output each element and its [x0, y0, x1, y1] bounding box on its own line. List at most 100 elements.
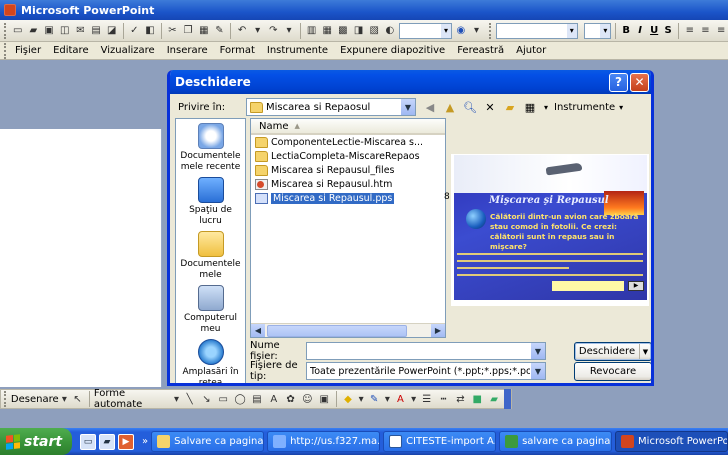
format-painter-icon[interactable]: ✎	[213, 23, 227, 39]
taskbar-item-active[interactable]: Microsoft PowerPoint	[615, 431, 728, 452]
taskbar-item[interactable]: http://us.f327.ma...	[267, 431, 381, 452]
bold-button[interactable]: B	[620, 25, 632, 36]
menu-grip[interactable]	[4, 42, 7, 59]
scroll-left-icon[interactable]: ◀	[251, 323, 265, 337]
draw-menu[interactable]: Desenare	[11, 394, 59, 405]
line-style-icon[interactable]: ☰	[419, 391, 434, 407]
media-icon[interactable]: ▶	[117, 433, 134, 450]
shadow-style-icon[interactable]: ■	[470, 391, 485, 407]
chevron-down-icon[interactable]: ▼	[639, 344, 651, 359]
dropdown-arrow-icon[interactable]: ▾	[282, 23, 296, 39]
file-row[interactable]: Miscarea si Repausul.htm	[251, 177, 445, 191]
clipart-icon[interactable]: ☺	[300, 391, 315, 407]
menu-file[interactable]: Fişier	[9, 45, 47, 56]
picture-icon[interactable]: ▣	[317, 391, 332, 407]
taskbar-item[interactable]: salvare ca pagina ...	[499, 431, 613, 452]
align-left-icon[interactable]: ≡	[683, 23, 697, 39]
dropdown-arrow-icon[interactable]: ▾	[251, 23, 265, 39]
new-icon[interactable]: ▭	[11, 23, 25, 39]
insert-table-icon[interactable]: ▦	[320, 23, 334, 39]
dropdown-arrow-icon[interactable]: ▾	[619, 103, 623, 112]
dropdown-arrow-icon[interactable]: ▾	[61, 391, 68, 407]
scroll-right-icon[interactable]: ▶	[431, 323, 445, 337]
chevron-down-icon[interactable]: ▼	[400, 99, 415, 115]
spelling-icon[interactable]: ✓	[127, 23, 141, 39]
font-size-combo[interactable]	[583, 22, 612, 39]
diagram-icon[interactable]: ✿	[283, 391, 298, 407]
tools-menu[interactable]: Instrumente	[554, 102, 615, 113]
search-web-icon[interactable]: 🔍︎	[462, 99, 478, 115]
start-button[interactable]: start	[0, 428, 72, 455]
cut-icon[interactable]: ✂	[166, 23, 180, 39]
show-desktop-icon[interactable]: ▭	[79, 433, 96, 450]
print-icon[interactable]: ▤	[89, 23, 103, 39]
autoshapes-menu[interactable]: Forme automate	[94, 388, 171, 410]
dropdown-arrow-icon[interactable]: ▾	[173, 391, 180, 407]
back-icon[interactable]: ◀	[422, 99, 438, 115]
toolbar-grip[interactable]	[4, 391, 7, 407]
expand-icon[interactable]: ◨	[352, 23, 366, 39]
open-folder-icon[interactable]: ▰	[27, 23, 41, 39]
research-icon[interactable]: ◧	[143, 23, 157, 39]
tables-borders-icon[interactable]: ▩	[336, 23, 350, 39]
place-network[interactable]: Amplasări în reţea	[177, 339, 244, 383]
open-button[interactable]: Deschidere ▼	[574, 342, 651, 361]
chevron-down-icon[interactable]: ▼	[530, 363, 545, 379]
fill-color-icon[interactable]: ◆	[341, 391, 356, 407]
toolbar-overflow[interactable]	[503, 389, 511, 409]
horizontal-scrollbar[interactable]: ◀ ▶	[251, 323, 445, 337]
scrollbar-thumb[interactable]	[267, 324, 407, 337]
permission-icon[interactable]: ◫	[58, 23, 72, 39]
undo-icon[interactable]: ↶	[235, 23, 249, 39]
quick-launch-overflow[interactable]: »	[142, 436, 148, 447]
paste-icon[interactable]: ▦	[197, 23, 211, 39]
zoom-combo[interactable]	[398, 22, 453, 39]
3d-style-icon[interactable]: ▰	[487, 391, 502, 407]
dropdown-arrow-icon[interactable]: ▾	[357, 391, 364, 407]
toolbar-grip[interactable]	[489, 22, 492, 39]
insert-chart-icon[interactable]: ▥	[305, 23, 319, 39]
dropdown-arrow-icon[interactable]: ▾	[384, 391, 391, 407]
new-folder-icon[interactable]: ▰	[502, 99, 518, 115]
views-icon[interactable]: ▦	[522, 99, 538, 115]
explorer-icon[interactable]: ▰	[98, 433, 115, 450]
taskbar-item[interactable]: CITESTE-import A...	[383, 431, 497, 452]
file-row[interactable]: ComponenteLectie-Miscarea s...	[251, 135, 445, 149]
dropdown-arrow-icon[interactable]: ▾	[542, 99, 550, 115]
line-icon[interactable]: ╲	[182, 391, 197, 407]
look-in-combo[interactable]: Miscarea si Repaosul ▼	[246, 98, 416, 116]
taskbar-item[interactable]: Salvare ca pagina ...	[151, 431, 265, 452]
file-name-input[interactable]: ▼	[306, 342, 546, 360]
dash-style-icon[interactable]: ┅	[436, 391, 451, 407]
line-color-icon[interactable]: ✎	[367, 391, 382, 407]
align-right-icon[interactable]: ≡	[714, 23, 728, 39]
oval-icon[interactable]: ◯	[233, 391, 248, 407]
file-row-selected[interactable]: Miscarea si Repausul.pps	[251, 191, 445, 205]
menu-tools[interactable]: Instrumente	[261, 45, 334, 56]
menu-window[interactable]: Fereastră	[451, 45, 510, 56]
save-icon[interactable]: ▣	[42, 23, 56, 39]
align-center-icon[interactable]: ≡	[699, 23, 713, 39]
place-recent-documents[interactable]: Documentele mele recente	[177, 123, 244, 173]
rectangle-icon[interactable]: ▭	[216, 391, 231, 407]
color-grayscale-icon[interactable]: ◐	[383, 23, 397, 39]
select-objects-icon[interactable]: ↖	[70, 391, 85, 407]
dialog-close-button[interactable]: ✕	[630, 72, 649, 92]
menu-view[interactable]: Vizualizare	[95, 45, 161, 56]
wordart-icon[interactable]: A	[266, 391, 281, 407]
file-type-select[interactable]: Toate prezentările PowerPoint (*.ppt;*.p…	[306, 362, 546, 380]
menu-help[interactable]: Ajutor	[510, 45, 552, 56]
file-row[interactable]: Miscarea si Repausul_files	[251, 163, 445, 177]
chevron-down-icon[interactable]: ▼	[530, 343, 545, 359]
file-row[interactable]: LectiaCompleta-MiscareRepaos	[251, 149, 445, 163]
menu-insert[interactable]: Inserare	[161, 45, 214, 56]
grid-icon[interactable]: ▧	[367, 23, 381, 39]
column-header-name[interactable]: Name ▲	[251, 119, 445, 135]
menu-slideshow[interactable]: Expunere diapozitive	[334, 45, 451, 56]
up-folder-icon[interactable]: ▲	[442, 99, 458, 115]
print-preview-icon[interactable]: ◪	[105, 23, 119, 39]
arrow-style-icon[interactable]: ⇄	[453, 391, 468, 407]
help-icon[interactable]: ◉	[454, 23, 468, 39]
copy-icon[interactable]: ❐	[181, 23, 195, 39]
arrow-icon[interactable]: ↘	[199, 391, 214, 407]
